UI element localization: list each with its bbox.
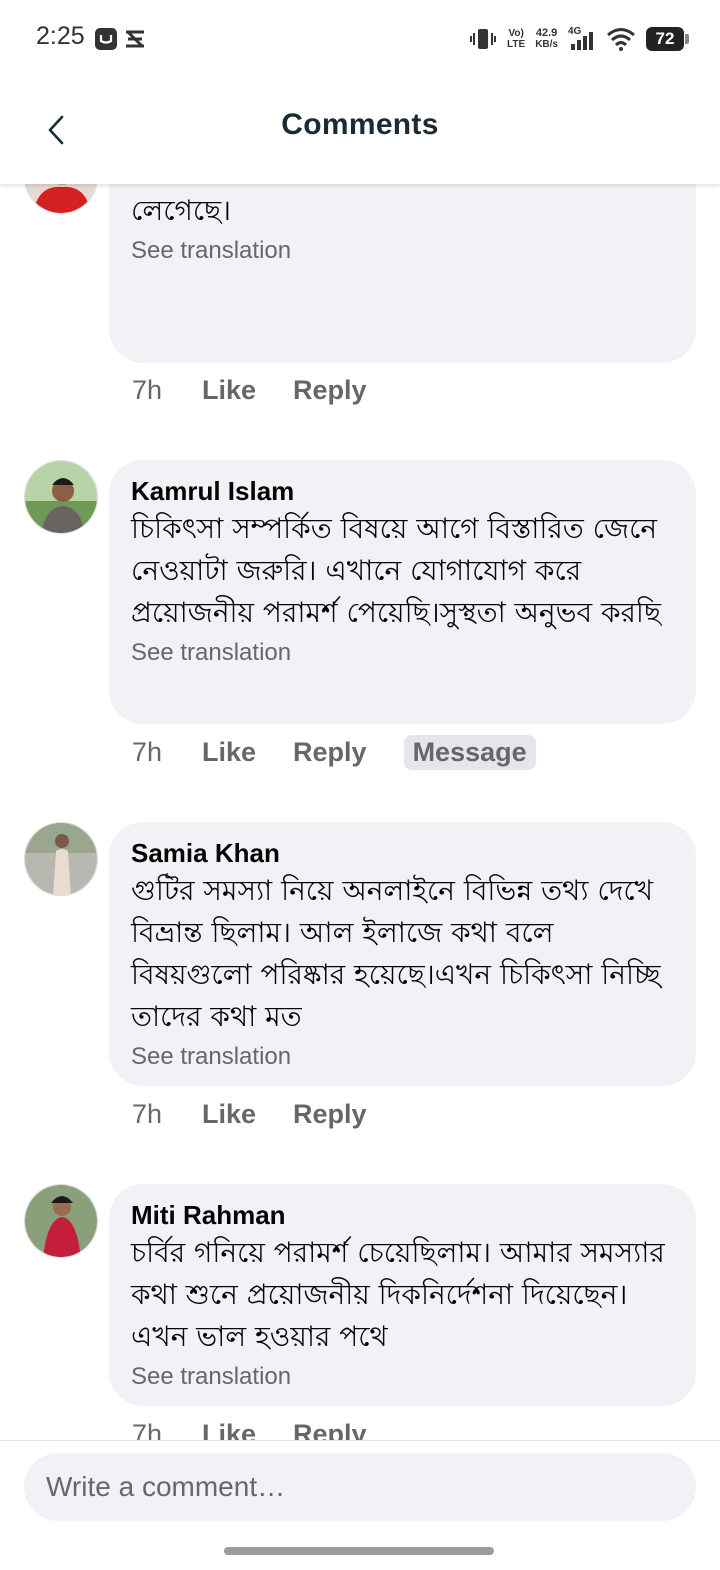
comment-text: চর্বির গনিয়ে পরামর্শ চেয়েছিলাম। আমার স…	[131, 1236, 665, 1353]
reply-button[interactable]: Reply	[293, 1419, 367, 1441]
messenger-notification-icon	[95, 28, 117, 50]
reply-button[interactable]: Reply	[293, 1099, 367, 1130]
comment-text: সমস্যাটা নিয়ে ফোনে কথা বলেছি। ধৈর্য ধরে…	[131, 184, 572, 227]
avatar[interactable]	[24, 822, 98, 896]
comment-bubble[interactable]: Kamrul Islam চিকিৎসা সম্পর্কিত বিষয়ে আগ…	[109, 460, 696, 724]
signal-icon	[571, 32, 593, 50]
see-translation-link[interactable]: See translation	[131, 1040, 674, 1074]
like-button[interactable]: Like	[202, 375, 256, 406]
comment-bubble[interactable]: সমস্যাটা নিয়ে ফোনে কথা বলেছি। ধৈর্য ধরে…	[109, 184, 696, 363]
wifi-icon	[607, 28, 635, 51]
battery-indicator: 72	[646, 27, 689, 51]
status-bar: 2:25 Vo) LTE 42.9 KB/s 4G 72	[0, 0, 720, 80]
message-button[interactable]: Message	[403, 734, 536, 770]
reply-button[interactable]: Reply	[293, 375, 367, 406]
comment-text: গুটির সমস্যা নিয়ে অনলাইনে বিভিন্ন তথ্য …	[131, 874, 661, 1033]
comment-actions: 7h Like Reply	[132, 370, 404, 410]
avatar[interactable]	[24, 1184, 98, 1258]
comment-bubble[interactable]: Miti Rahman চর্বির গনিয়ে পরামর্শ চেয়েছ…	[109, 1184, 696, 1406]
like-button[interactable]: Like	[202, 737, 256, 768]
comment-time: 7h	[132, 374, 163, 405]
header: Comments	[0, 80, 720, 184]
comment-actions: 7h Like Reply	[132, 1414, 404, 1441]
comment-input[interactable]	[24, 1453, 696, 1521]
reply-button[interactable]: Reply	[293, 737, 367, 768]
volte-indicator: Vo) LTE	[507, 28, 526, 50]
signal-indicator: 4G	[568, 26, 596, 52]
see-translation-link[interactable]: See translation	[131, 234, 674, 268]
vibrate-icon	[470, 29, 497, 49]
comment-bubble[interactable]: Samia Khan গুটির সমস্যা নিয়ে অনলাইনে বি…	[109, 822, 696, 1086]
status-time: 2:25	[36, 22, 85, 50]
see-translation-link[interactable]: See translation	[131, 1360, 674, 1394]
comment-time: 7h	[132, 1098, 163, 1129]
comment-author[interactable]: Miti Rahman	[131, 1198, 674, 1232]
avatar[interactable]	[24, 184, 98, 214]
network-speed: 42.9 KB/s	[535, 27, 558, 51]
like-button[interactable]: Like	[202, 1099, 256, 1130]
comment-actions: 7h Like Reply Message	[132, 732, 536, 772]
like-button[interactable]: Like	[202, 1419, 256, 1441]
comment-time: 7h	[132, 736, 163, 767]
home-indicator[interactable]	[224, 1547, 494, 1555]
comment-author[interactable]: Kamrul Islam	[131, 474, 674, 508]
see-translation-link[interactable]: See translation	[131, 636, 674, 670]
comment-time: 7h	[132, 1418, 163, 1441]
notification-icon	[126, 30, 144, 48]
comment-author[interactable]: Samia Khan	[131, 836, 674, 870]
comment-actions: 7h Like Reply	[132, 1094, 404, 1134]
comment-composer	[0, 1440, 720, 1570]
comment-text: চিকিৎসা সম্পর্কিত বিষয়ে আগে বিস্তারিত জ…	[131, 512, 661, 629]
comments-list[interactable]: সমস্যাটা নিয়ে ফোনে কথা বলেছি। ধৈর্য ধরে…	[0, 184, 720, 1440]
avatar[interactable]	[24, 460, 98, 534]
page-title: Comments	[281, 108, 439, 141]
